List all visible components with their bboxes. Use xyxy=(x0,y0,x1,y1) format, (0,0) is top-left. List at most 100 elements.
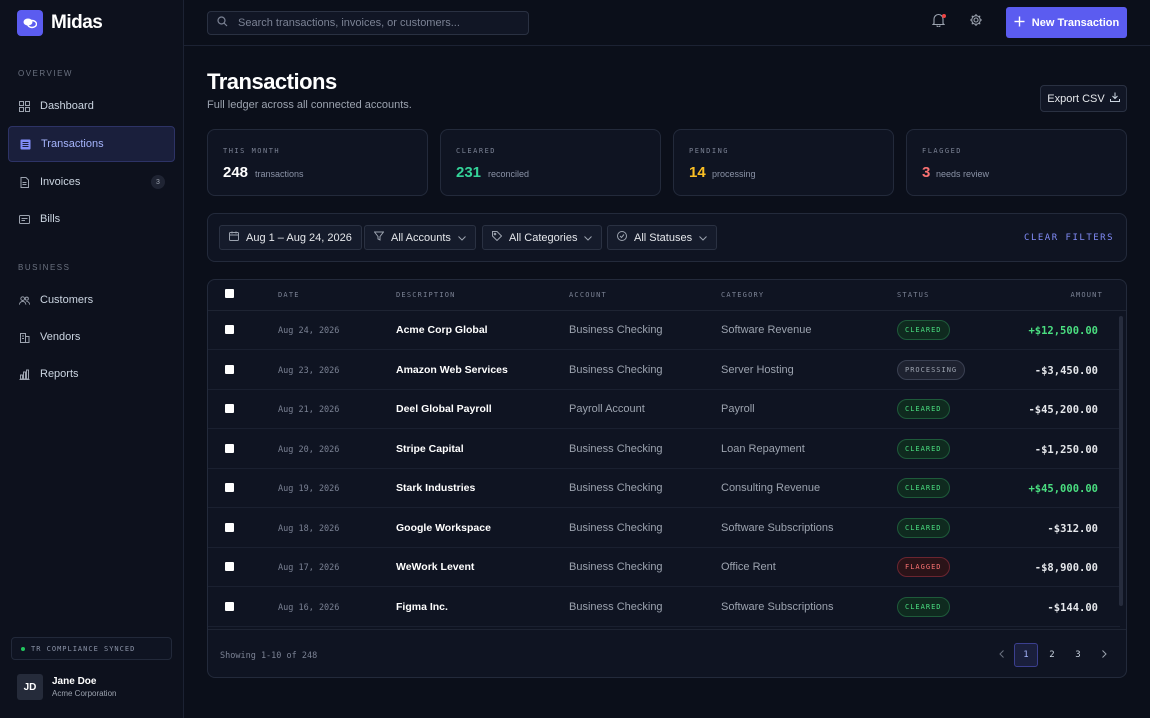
stat-card-cleared: CLEARED 231 reconciled xyxy=(440,129,661,196)
select-all-checkbox[interactable] xyxy=(225,289,234,298)
export-csv-button[interactable]: Export CSV xyxy=(1040,85,1127,112)
download-icon xyxy=(1109,92,1120,105)
sidebar-item-bills[interactable]: Bills xyxy=(8,201,175,237)
notifications-button[interactable] xyxy=(930,13,946,30)
status-badge: CLEARED xyxy=(897,596,950,617)
row-date: Aug 16, 2026 xyxy=(278,602,340,613)
table-row[interactable]: Aug 20, 2026 Stripe Capital Business Check… xyxy=(208,430,1120,469)
status-badge: PROCESSING xyxy=(897,359,966,380)
row-description: Figma Inc. xyxy=(396,600,448,613)
row-account: Business Checking xyxy=(569,442,663,455)
row-description: WeWork Levent xyxy=(396,561,475,573)
column-header-date[interactable]: DATE xyxy=(278,291,300,299)
brand-logo[interactable]: Midas xyxy=(17,10,103,36)
column-header-category[interactable]: CATEGORY xyxy=(721,291,764,299)
sidebar-item-invoices[interactable]: Invoices 3 xyxy=(8,164,175,200)
export-label: Export CSV xyxy=(1047,92,1105,105)
row-amount: +$45,000.00 xyxy=(1028,483,1098,495)
row-date: Aug 23, 2026 xyxy=(278,365,340,376)
search-input[interactable] xyxy=(238,17,518,29)
table-row[interactable]: Aug 23, 2026 Amazon Web Services Business … xyxy=(208,351,1120,390)
table-row[interactable]: Aug 24, 2026 Acme Corp Global Business Che… xyxy=(208,311,1120,350)
table-row[interactable]: Aug 16, 2026 Figma Inc. Business Checking S… xyxy=(208,588,1120,627)
status-badge: CLEARED xyxy=(897,517,950,538)
table-row[interactable]: Aug 17, 2026 WeWork Levent Business Checki… xyxy=(208,548,1120,587)
categories-filter-label: All Categories xyxy=(509,231,578,244)
table-scrollbar[interactable] xyxy=(1119,316,1123,606)
row-description: Deel Global Payroll xyxy=(396,403,492,415)
invoices-count-badge: 3 xyxy=(151,175,165,189)
chevron-down-icon xyxy=(458,232,466,244)
row-checkbox[interactable] xyxy=(225,443,234,453)
sidebar-item-customers[interactable]: Customers xyxy=(8,282,175,318)
row-category: Software Subscriptions xyxy=(721,521,834,534)
prev-page-button[interactable] xyxy=(989,643,1013,667)
brand-name: Midas xyxy=(51,12,103,33)
date-range-filter[interactable]: Aug 1 – Aug 24, 2026 xyxy=(219,225,362,250)
new-transaction-button[interactable]: New Transaction xyxy=(1006,7,1127,38)
stat-desc: needs review xyxy=(936,169,990,179)
row-amount: -$45,200.00 xyxy=(1028,404,1098,416)
sidebar-item-label: Dashboard xyxy=(40,100,94,112)
sidebar-item-reports[interactable]: Reports xyxy=(8,356,175,392)
row-checkbox[interactable] xyxy=(225,601,234,611)
table-row[interactable]: Aug 19, 2026 Stark Industries Business Che… xyxy=(208,469,1120,508)
chevron-left-icon xyxy=(998,650,1004,660)
settings-button[interactable] xyxy=(968,13,984,30)
row-date: Aug 17, 2026 xyxy=(278,563,340,573)
avatar: JD xyxy=(17,674,43,700)
page-3-button[interactable]: 3 xyxy=(1066,643,1090,667)
section-label-overview: OVERVIEW xyxy=(18,69,73,78)
tag-icon xyxy=(492,231,503,244)
table-row[interactable]: Aug 21, 2026 Deel Global Payroll Payroll A… xyxy=(208,390,1120,429)
grid-icon xyxy=(19,100,30,112)
bar-chart-icon xyxy=(19,369,30,380)
row-checkbox[interactable] xyxy=(225,325,234,334)
row-checkbox[interactable] xyxy=(225,364,234,374)
row-account: Business Checking xyxy=(569,482,663,494)
section-label-business: BUSINESS xyxy=(18,263,71,272)
column-header-account[interactable]: ACCOUNT xyxy=(569,291,607,299)
row-date: Aug 21, 2026 xyxy=(278,405,340,415)
sidebar-item-dashboard[interactable]: Dashboard xyxy=(8,88,175,124)
row-account: Business Checking xyxy=(569,600,663,613)
next-page-button[interactable] xyxy=(1092,643,1116,667)
accounts-filter[interactable]: All Accounts xyxy=(364,225,476,250)
search-box[interactable] xyxy=(207,11,529,35)
column-header-status[interactable]: STATUS xyxy=(897,291,930,299)
row-checkbox[interactable] xyxy=(225,483,234,492)
filter-bar: Aug 1 – Aug 24, 2026 All Accounts All Ca… xyxy=(207,213,1127,262)
row-description: Google Workspace xyxy=(396,521,491,534)
table-footer: Showing 1-10 of 248 1 2 3 xyxy=(208,629,1126,677)
row-checkbox[interactable] xyxy=(225,404,234,413)
row-date: Aug 19, 2026 xyxy=(278,484,340,494)
page-2-button[interactable]: 2 xyxy=(1040,643,1064,667)
column-header-description[interactable]: DESCRIPTION xyxy=(396,291,456,299)
stat-value: 14 xyxy=(689,164,706,181)
row-checkbox[interactable] xyxy=(225,562,234,571)
new-transaction-label: New Transaction xyxy=(1031,16,1120,29)
compliance-sync-status: TR COMPLIANCE SYNCED xyxy=(11,637,172,660)
document-icon xyxy=(19,176,30,188)
categories-filter[interactable]: All Categories xyxy=(482,225,603,250)
pagination-summary: Showing 1-10 of 248 xyxy=(220,651,318,661)
sidebar-item-vendors[interactable]: Vendors xyxy=(8,319,175,355)
page-1-button[interactable]: 1 xyxy=(1014,643,1038,667)
user-profile[interactable]: JD Jane Doe Acme Corporation xyxy=(17,674,116,700)
status-badge: CLEARED xyxy=(897,438,950,459)
topbar: New Transaction xyxy=(184,0,1150,46)
row-category: Server Hosting xyxy=(721,363,794,376)
page-subtitle: Full ledger across all connected account… xyxy=(207,99,412,111)
row-amount: -$312.00 xyxy=(1047,522,1098,535)
clear-filters-button[interactable]: CLEAR FILTERS xyxy=(1024,233,1114,243)
statuses-filter[interactable]: All Statuses xyxy=(607,225,718,250)
sidebar-item-transactions[interactable]: Transactions xyxy=(8,126,175,162)
row-checkbox[interactable] xyxy=(225,522,234,532)
row-amount: -$144.00 xyxy=(1047,601,1098,614)
table-row[interactable]: Aug 18, 2026 Google Workspace Business Che… xyxy=(208,509,1120,548)
row-category: Software Revenue xyxy=(721,324,812,336)
search-icon xyxy=(217,14,228,32)
column-header-amount[interactable]: AMOUNT xyxy=(1071,291,1104,299)
list-icon xyxy=(20,139,31,150)
logo-icon xyxy=(17,10,43,36)
